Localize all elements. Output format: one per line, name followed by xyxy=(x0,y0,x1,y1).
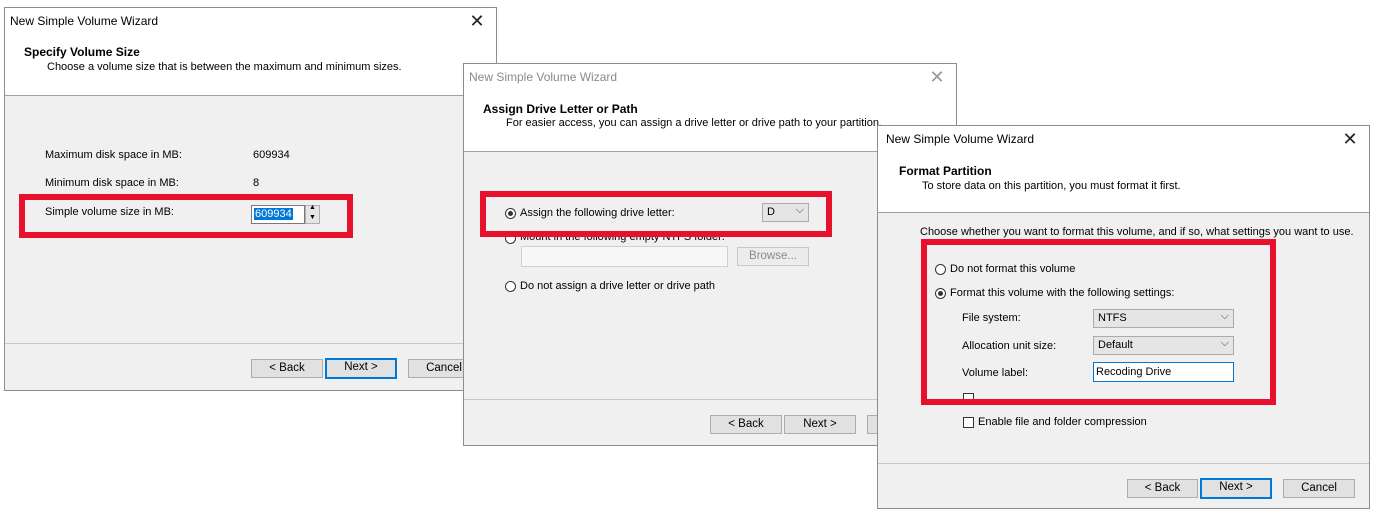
min-size-label: Minimum disk space in MB: xyxy=(45,177,179,189)
page-subtitle: Choose a volume size that is between the… xyxy=(47,61,402,73)
title-bar: New Simple Volume Wizard ✕ xyxy=(464,64,956,94)
highlight-drive-letter xyxy=(480,191,832,237)
back-button[interactable]: < Back xyxy=(710,415,782,434)
next-button[interactable]: Next > xyxy=(325,358,397,379)
wizard-header: Specify Volume Size Choose a volume size… xyxy=(5,38,496,96)
back-button[interactable]: < Back xyxy=(1127,479,1198,498)
compression-label: Enable file and folder compression xyxy=(978,416,1147,428)
page-title: Specify Volume Size xyxy=(24,45,140,59)
window-title: New Simple Volume Wizard xyxy=(886,132,1035,146)
browse-button[interactable]: Browse... xyxy=(737,247,809,266)
footer-divider xyxy=(5,343,496,344)
window-title: New Simple Volume Wizard xyxy=(10,14,159,28)
mount-folder-input[interactable] xyxy=(521,246,728,267)
next-button[interactable]: Next > xyxy=(1200,478,1272,499)
page-title: Format Partition xyxy=(899,164,992,178)
format-intro-text: Choose whether you want to format this v… xyxy=(920,226,1354,238)
title-bar: New Simple Volume Wizard ✕ xyxy=(878,126,1369,156)
close-icon[interactable]: ✕ xyxy=(466,10,488,32)
min-size-value: 8 xyxy=(253,177,260,189)
compression-checkbox[interactable] xyxy=(963,417,974,428)
highlight-volume-size xyxy=(19,194,353,238)
title-bar: New Simple Volume Wizard ✕ xyxy=(5,8,496,38)
next-button[interactable]: Next > xyxy=(784,415,856,434)
max-size-value: 609934 xyxy=(253,149,290,161)
window-title: New Simple Volume Wizard xyxy=(469,70,618,84)
highlight-format-settings xyxy=(921,239,1276,405)
no-letter-label: Do not assign a drive letter or drive pa… xyxy=(520,280,716,292)
close-icon[interactable]: ✕ xyxy=(1339,128,1361,150)
close-icon[interactable]: ✕ xyxy=(926,66,948,88)
page-subtitle: To store data on this partition, you mus… xyxy=(922,180,1181,192)
no-letter-radio[interactable] xyxy=(505,281,516,292)
wizard-header: Format Partition To store data on this p… xyxy=(878,156,1369,213)
back-button[interactable]: < Back xyxy=(251,359,323,378)
cancel-button[interactable]: Cancel xyxy=(1283,479,1355,498)
max-size-label: Maximum disk space in MB: xyxy=(45,149,182,161)
page-title: Assign Drive Letter or Path xyxy=(483,102,638,116)
page-subtitle: For easier access, you can assign a driv… xyxy=(506,117,883,129)
footer-divider xyxy=(878,463,1369,464)
